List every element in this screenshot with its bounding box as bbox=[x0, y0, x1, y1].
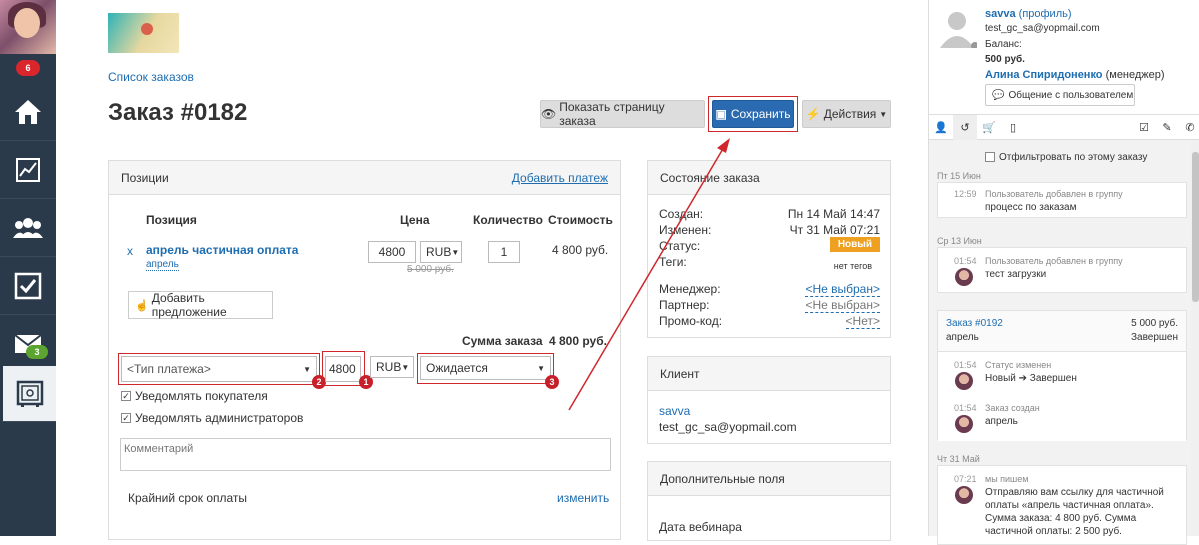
checkbox-icon bbox=[14, 272, 42, 299]
home-icon bbox=[15, 99, 41, 124]
tab-edit[interactable]: ✎ bbox=[1155, 115, 1179, 140]
event-time: 01:54 bbox=[954, 256, 977, 266]
tab-history[interactable]: ↺ bbox=[953, 115, 977, 140]
user-profile-link[interactable]: (профиль) bbox=[1019, 8, 1072, 20]
message-line: частичной оплаты: 2 500 руб. bbox=[985, 526, 1122, 537]
feed-scrollbar[interactable] bbox=[1191, 140, 1199, 536]
mail-badge: 3 bbox=[26, 345, 48, 359]
sidebar-item-tasks[interactable] bbox=[0, 257, 56, 315]
history-icon: ↺ bbox=[960, 122, 970, 134]
notification-badge[interactable]: 6 bbox=[16, 60, 40, 76]
user-email: test_gc_sa@yopmail.com bbox=[985, 23, 1100, 34]
message-line: Сумма заказа: 4 800 руб. Сумма bbox=[985, 513, 1137, 524]
sidebar-item-mail[interactable] bbox=[0, 315, 56, 373]
balance-value: 500 руб. bbox=[985, 54, 1025, 65]
avatar bbox=[955, 486, 973, 504]
order-amount: 5 000 руб. bbox=[1131, 318, 1178, 329]
order-events: 01:54 Статус изменен Новый ➔ Завершен 01… bbox=[938, 351, 1186, 441]
user-name-line: savva (профиль) bbox=[985, 8, 1072, 20]
tab-user[interactable]: 👤 bbox=[929, 115, 953, 140]
comments-icon: 💬 bbox=[992, 89, 1005, 101]
feed-event: 12:59 Пользователь добавлен в группу про… bbox=[937, 182, 1187, 218]
safe-icon bbox=[16, 380, 43, 407]
filter-order-label: Отфильтровать по этому заказу bbox=[999, 152, 1148, 163]
event-time: 01:54 bbox=[954, 360, 977, 370]
event-time: 01:54 bbox=[954, 403, 977, 413]
event-text: процесс по заказам bbox=[985, 202, 1077, 213]
feed-date: Пт 15 Июн bbox=[937, 171, 981, 181]
user-avatar-placeholder bbox=[937, 8, 977, 48]
pencil-icon: ✎ bbox=[1162, 122, 1172, 134]
feed-order-card: Заказ #0192 5 000 руб. апрель Завершен 0… bbox=[937, 310, 1187, 441]
main-content: Список заказов Заказ #0182 👁 Показать стр… bbox=[56, 0, 928, 541]
chart-icon bbox=[16, 157, 40, 182]
feed-date: Чт 31 Май bbox=[937, 454, 980, 464]
order-status: Завершен bbox=[1130, 332, 1178, 343]
event-time: 07:21 bbox=[954, 474, 977, 484]
sidebar-item-safe[interactable] bbox=[0, 366, 56, 422]
event-text: тест загрузки bbox=[985, 269, 1047, 280]
event-title: Заказ создан bbox=[985, 403, 1040, 413]
scrollbar-thumb[interactable] bbox=[1192, 152, 1199, 302]
order-link[interactable]: Заказ #0192 bbox=[946, 318, 1003, 329]
tab-tasks[interactable]: ☑ bbox=[1132, 115, 1156, 140]
filter-order-checkbox[interactable] bbox=[985, 152, 995, 162]
feed-event: 07:21 мы пишем Отправляю вам ссылку для … bbox=[937, 465, 1187, 545]
mobile-icon: ▯ bbox=[1009, 122, 1017, 134]
user-avatar[interactable] bbox=[0, 0, 56, 54]
message-line: Отправляю вам ссылку для частичной bbox=[985, 487, 1164, 498]
balance-label: Баланс: bbox=[985, 39, 1022, 50]
sidebar-item-users[interactable] bbox=[0, 199, 56, 257]
avatar bbox=[955, 268, 973, 286]
tab-cart[interactable]: 🛒 bbox=[977, 115, 1001, 140]
user-panel-tabs: 👤 ↺ 🛒 ▯ ☑ ✎ ✆ bbox=[929, 114, 1199, 140]
user-icon: 👤 bbox=[934, 122, 948, 134]
tab-phone[interactable]: ✆ bbox=[1178, 115, 1199, 140]
event-title: Пользователь добавлен в группу bbox=[985, 189, 1123, 199]
user-name-link[interactable]: savva bbox=[985, 8, 1016, 20]
feed-event: 01:54 Пользователь добавлен в группу тес… bbox=[937, 247, 1187, 293]
event-title: Пользователь добавлен в группу bbox=[985, 256, 1123, 266]
manager-line: Алина Спиридоненко (менеджер) bbox=[985, 69, 1165, 81]
check-square-icon: ☑ bbox=[1139, 122, 1149, 134]
event-title: Статус изменен bbox=[985, 360, 1052, 370]
activity-feed: Отфильтровать по этому заказу Пт 15 Июн … bbox=[929, 140, 1191, 545]
chat-with-user-button[interactable]: 💬 Общение с пользователем bbox=[985, 84, 1135, 106]
avatar bbox=[955, 372, 973, 390]
event-text: Новый ➔ Завершен bbox=[985, 373, 1077, 384]
cart-icon: 🛒 bbox=[982, 122, 996, 134]
avatar bbox=[955, 415, 973, 433]
feed-date: Ср 13 Июн bbox=[937, 236, 982, 246]
users-icon bbox=[13, 217, 43, 238]
sidebar-item-home[interactable] bbox=[0, 83, 56, 141]
event-title: мы пишем bbox=[985, 474, 1029, 484]
message-line: оплаты «апрель частичная оплата». bbox=[985, 500, 1154, 511]
left-sidebar: 6 3 bbox=[0, 0, 56, 536]
manager-name-link[interactable]: Алина Спиридоненко bbox=[985, 69, 1103, 81]
annotation-arrow bbox=[568, 138, 730, 411]
phone-icon: ✆ bbox=[1185, 122, 1195, 134]
tab-mobile[interactable]: ▯ bbox=[1001, 115, 1025, 140]
event-time: 12:59 bbox=[954, 189, 977, 199]
order-name: апрель bbox=[946, 332, 979, 343]
user-panel: savva (профиль) test_gc_sa@yopmail.com Б… bbox=[928, 0, 1199, 545]
event-text: апрель bbox=[985, 416, 1018, 427]
sidebar-item-stats[interactable] bbox=[0, 141, 56, 199]
